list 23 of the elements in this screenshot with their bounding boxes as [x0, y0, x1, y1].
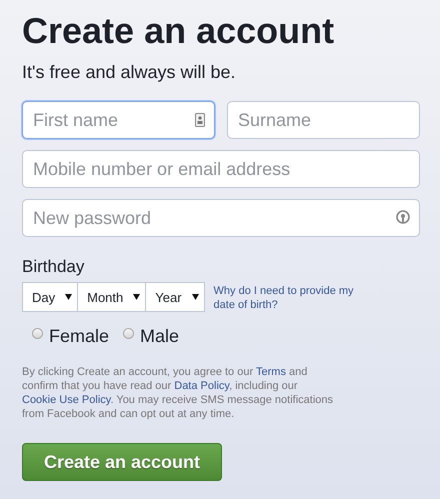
input-field[interactable]: New password	[22, 199, 420, 237]
input-field[interactable]: Mobile number or email address	[22, 150, 420, 188]
radio-button[interactable]	[123, 328, 134, 339]
create-account-button[interactable]: Create an account	[22, 443, 222, 481]
input-field[interactable]: First name	[22, 101, 215, 139]
dropdown[interactable]: Month	[77, 282, 146, 312]
policy-link[interactable]: Data Policy	[174, 380, 230, 392]
subtitle: It's free and always will be.	[22, 62, 237, 83]
caret-icon	[192, 294, 199, 300]
radio-button[interactable]	[32, 328, 43, 339]
dropdown[interactable]: Day	[22, 282, 78, 312]
help-link[interactable]: Why do I need to provide my date of birth?	[214, 284, 364, 312]
page-title: Create an account	[22, 9, 336, 53]
radio-label: Male	[140, 326, 180, 347]
input-field[interactable]: Surname	[227, 101, 420, 139]
policy-link[interactable]: Cookie Use Policy	[22, 394, 110, 406]
caret-icon	[65, 294, 72, 300]
radio-label: Female	[49, 326, 110, 347]
policy-link[interactable]: Terms	[256, 366, 286, 378]
caret-icon	[133, 294, 140, 300]
legal-text: By clicking Create an account, you agree to our Terms and confirm that you have read our Data Policy, including our Cookie Use Policy. You may receive SMS message notifications from Facebook and can opt out at any time.	[22, 365, 334, 421]
dropdown[interactable]: Year	[145, 282, 205, 312]
birthday-label: Birthday	[22, 257, 86, 277]
